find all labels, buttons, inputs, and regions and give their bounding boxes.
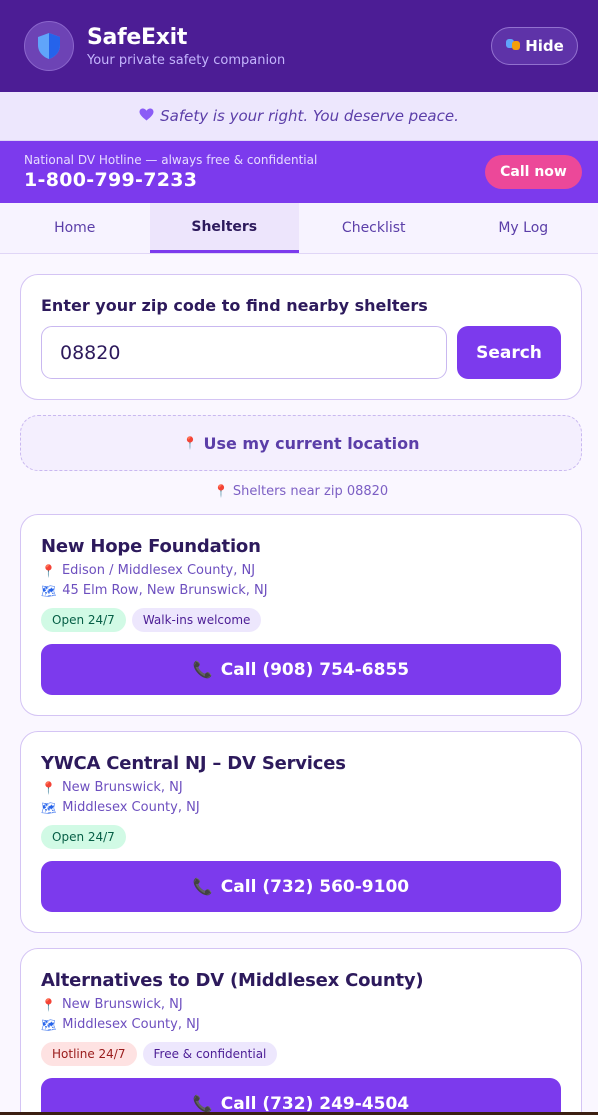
- hotline-info: National DV Hotline — always free & conf…: [24, 153, 485, 191]
- shelter-location: 📍 Edison / Middlesex County, NJ: [41, 563, 561, 578]
- shelter-location-text: New Brunswick, NJ: [61, 997, 183, 1012]
- tab-home[interactable]: Home: [0, 203, 150, 253]
- hide-button[interactable]: Hide: [491, 27, 578, 65]
- shelter-location: 📍 New Brunswick, NJ: [41, 997, 561, 1012]
- pin-icon: 📍: [182, 436, 198, 450]
- shelter-badges: Open 24/7: [41, 825, 561, 849]
- tab-shelters[interactable]: Shelters: [149, 203, 299, 253]
- purple-heart-icon: [139, 107, 154, 125]
- tab-my-log[interactable]: My Log: [449, 203, 598, 253]
- shelter-card: Alternatives to DV (Middlesex County) 📍 …: [20, 948, 582, 1115]
- pin-icon: 📍: [41, 563, 56, 578]
- shelter-address-text: Middlesex County, NJ: [62, 1017, 200, 1032]
- use-location-label: Use my current location: [203, 433, 420, 453]
- shelter-location-text: Edison / Middlesex County, NJ: [61, 563, 256, 578]
- shelter-card: YWCA Central NJ – DV Services 📍 New Brun…: [20, 731, 582, 933]
- main-content: Enter your zip code to find nearby shelt…: [0, 254, 598, 1115]
- shelter-badges: Open 24/7 Walk-ins welcome: [41, 608, 561, 632]
- shelter-card: New Hope Foundation 📍 Edison / Middlesex…: [20, 514, 582, 716]
- status-badge: Hotline 24/7: [41, 1042, 137, 1066]
- search-button[interactable]: Search: [457, 326, 561, 379]
- pin-icon: 📍: [213, 484, 229, 498]
- results-label: 📍 Shelters near zip 08820: [20, 484, 582, 499]
- map-icon: 🗺: [41, 800, 57, 815]
- status-badge: Open 24/7: [41, 825, 126, 849]
- call-shelter-label: Call (732) 560-9100: [220, 876, 410, 897]
- shelter-name: New Hope Foundation: [41, 536, 261, 557]
- shelter-name: YWCA Central NJ – DV Services: [41, 753, 346, 774]
- call-shelter-button[interactable]: 📞 Call (732) 249-4504: [41, 1078, 561, 1115]
- shelter-name: Alternatives to DV (Middlesex County): [41, 970, 424, 991]
- shelter-location-text: New Brunswick, NJ: [61, 780, 183, 795]
- call-shelter-button[interactable]: 📞 Call (732) 560-9100: [41, 861, 561, 912]
- hotline-banner: National DV Hotline — always free & conf…: [0, 141, 598, 203]
- results-label-text: Shelters near zip 08820: [232, 484, 389, 499]
- app-name: SafeExit: [87, 24, 188, 50]
- call-shelter-label: Call (732) 249-4504: [220, 1093, 410, 1114]
- phone-icon: 📞: [192, 1094, 213, 1113]
- status-badge: Open 24/7: [41, 608, 126, 632]
- mask-icon: [505, 37, 521, 55]
- map-icon: 🗺: [41, 583, 57, 598]
- call-shelter-label: Call (908) 754-6855: [220, 659, 410, 680]
- tab-checklist[interactable]: Checklist: [299, 203, 449, 253]
- pin-icon: 📍: [41, 780, 56, 795]
- map-icon: 🗺: [41, 1017, 57, 1032]
- shelter-address-text: 45 Elm Row, New Brunswick, NJ: [62, 583, 268, 598]
- shelter-badges: Hotline 24/7 Free & confidential: [41, 1042, 561, 1066]
- phone-icon: 📞: [192, 660, 213, 679]
- tab-bar: Home Shelters Checklist My Log: [0, 203, 598, 254]
- zip-search-card: Enter your zip code to find nearby shelt…: [20, 274, 582, 400]
- zip-search-label: Enter your zip code to find nearby shelt…: [41, 296, 428, 315]
- use-location-button[interactable]: 📍 Use my current location: [20, 415, 582, 471]
- call-now-button[interactable]: Call now: [485, 155, 582, 189]
- shelter-address-text: Middlesex County, NJ: [62, 800, 200, 815]
- shelter-address: 🗺 45 Elm Row, New Brunswick, NJ: [41, 583, 561, 598]
- shelter-location: 📍 New Brunswick, NJ: [41, 780, 561, 795]
- shelter-address: 🗺 Middlesex County, NJ: [41, 1017, 561, 1032]
- shield-icon: [24, 21, 74, 71]
- zip-code-input[interactable]: [41, 326, 447, 379]
- affirmation-banner: Safety is your right. You deserve peace.: [0, 92, 598, 141]
- affirmation-text: Safety is your right. You deserve peace.: [160, 107, 459, 125]
- app-header: SafeExit Your private safety companion H…: [0, 0, 598, 92]
- zip-search-row: Search: [41, 326, 561, 379]
- hotline-label: National DV Hotline — always free & conf…: [24, 153, 318, 167]
- pin-icon: 📍: [41, 997, 56, 1012]
- hide-button-label: Hide: [525, 37, 564, 55]
- hotline-number[interactable]: 1-800-799-7233: [24, 169, 485, 191]
- brand: SafeExit Your private safety companion: [87, 25, 491, 68]
- phone-icon: 📞: [192, 877, 213, 896]
- shelter-address: 🗺 Middlesex County, NJ: [41, 800, 561, 815]
- status-badge: Walk-ins welcome: [131, 608, 262, 632]
- status-badge: Free & confidential: [142, 1042, 278, 1066]
- app-tagline: Your private safety companion: [87, 52, 286, 68]
- call-shelter-button[interactable]: 📞 Call (908) 754-6855: [41, 644, 561, 695]
